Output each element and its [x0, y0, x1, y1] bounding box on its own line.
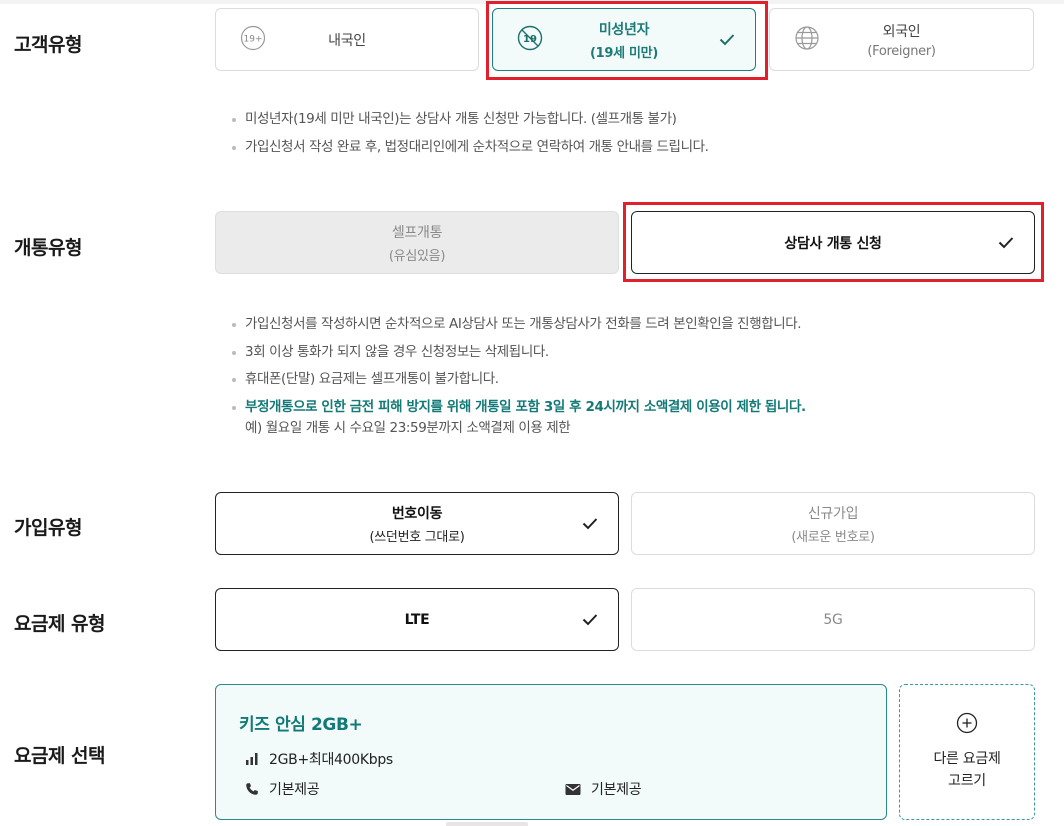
warning-example: 예) 월요일 개통 시 수요일 23:59분까지 소액결제 이용 제한: [245, 420, 571, 436]
mail-icon: [565, 783, 581, 795]
option-sublabel: (유심있음): [388, 248, 446, 264]
customer-type-label: 고객유형: [14, 34, 82, 56]
age-19plus-icon: 19+: [240, 25, 266, 55]
note-item: 가입신청서를 작성하시면 순차적으로 AI상담사 또는 개통상담사가 전화를 드…: [232, 311, 806, 339]
note-item: 미성년자(19세 미만 내국인)는 상담사 개통 신청만 가능합니다. (셀프개…: [232, 106, 709, 134]
plan-type-5g[interactable]: 5G: [631, 588, 1035, 651]
globe-icon: [794, 25, 820, 55]
activation-type-label: 개통유형: [14, 237, 82, 259]
plan-voice-text: 기본제공: [269, 782, 320, 798]
plan-data-text: 2GB+최대400Kbps: [269, 752, 393, 768]
plan-type-lte[interactable]: LTE: [215, 588, 619, 651]
join-type-port[interactable]: 번호이동 (쓰던번호 그대로): [215, 492, 619, 555]
option-label: 셀프개통: [391, 224, 443, 241]
signal-icon: [246, 753, 258, 765]
activation-type-self[interactable]: 셀프개통 (유심있음): [215, 211, 619, 274]
choose-other-plan-label: 다른 요금제 고르기: [933, 751, 1001, 789]
option-label: 5G: [823, 611, 843, 628]
option-label: LTE: [404, 611, 430, 628]
phone-icon: [246, 783, 258, 795]
highlight-box-minor: [486, 1, 768, 80]
choose-other-plan-button[interactable]: 다른 요금제 고르기: [899, 684, 1035, 820]
plan-voice-line: 기본제공: [245, 779, 320, 799]
option-label: 내국인: [328, 32, 366, 49]
note-item: 휴대폰(단말) 요금제는 셀프개통이 불가합니다.: [232, 366, 806, 394]
join-type-label: 가입유형: [14, 517, 82, 539]
option-sublabel: (쓰던번호 그대로): [369, 529, 465, 545]
option-label: 신규가입: [807, 505, 859, 522]
plan-data-line: 2GB+최대400Kbps: [245, 749, 393, 769]
svg-text:19+: 19+: [244, 34, 263, 44]
customer-type-domestic[interactable]: 19+ 내국인: [215, 8, 479, 71]
customer-type-notes: 미성년자(19세 미만 내국인)는 상담사 개통 신청만 가능합니다. (셀프개…: [232, 106, 709, 161]
plus-circle-icon: [956, 712, 978, 738]
option-sublabel: (Foreigner): [867, 43, 936, 59]
plan-sms-line: 기본제공: [565, 779, 642, 799]
plan-select-label: 요금제 선택: [14, 745, 106, 767]
plan-title: 키즈 안심 2GB+: [239, 715, 363, 735]
option-label: 외국인: [882, 23, 921, 40]
activation-type-notes: 가입신청서를 작성하시면 순차적으로 AI상담사 또는 개통상담사가 전화를 드…: [232, 311, 806, 443]
option-sublabel: (새로운 번호로): [791, 529, 875, 545]
selected-plan-card[interactable]: 키즈 안심 2GB+ 2GB+최대400Kbps 기본제공 기본제공: [215, 684, 887, 820]
note-item: 3회 이상 통화가 되지 않을 경우 신청정보는 삭제됩니다.: [232, 339, 806, 367]
option-label: 번호이동: [391, 505, 443, 522]
plan-type-label: 요금제 유형: [14, 613, 106, 635]
plan-sms-text: 기본제공: [591, 782, 642, 798]
check-icon: [582, 610, 598, 629]
bottom-sticky-tab[interactable]: [446, 822, 528, 826]
customer-type-foreigner[interactable]: 외국인 (Foreigner): [769, 8, 1034, 71]
note-item: 가입신청서 작성 완료 후, 법정대리인에게 순차적으로 연락하여 개통 안내를…: [232, 134, 709, 162]
join-type-new[interactable]: 신규가입 (새로운 번호로): [631, 492, 1035, 555]
check-icon: [582, 514, 598, 533]
highlight-box-counselor: [623, 202, 1044, 282]
